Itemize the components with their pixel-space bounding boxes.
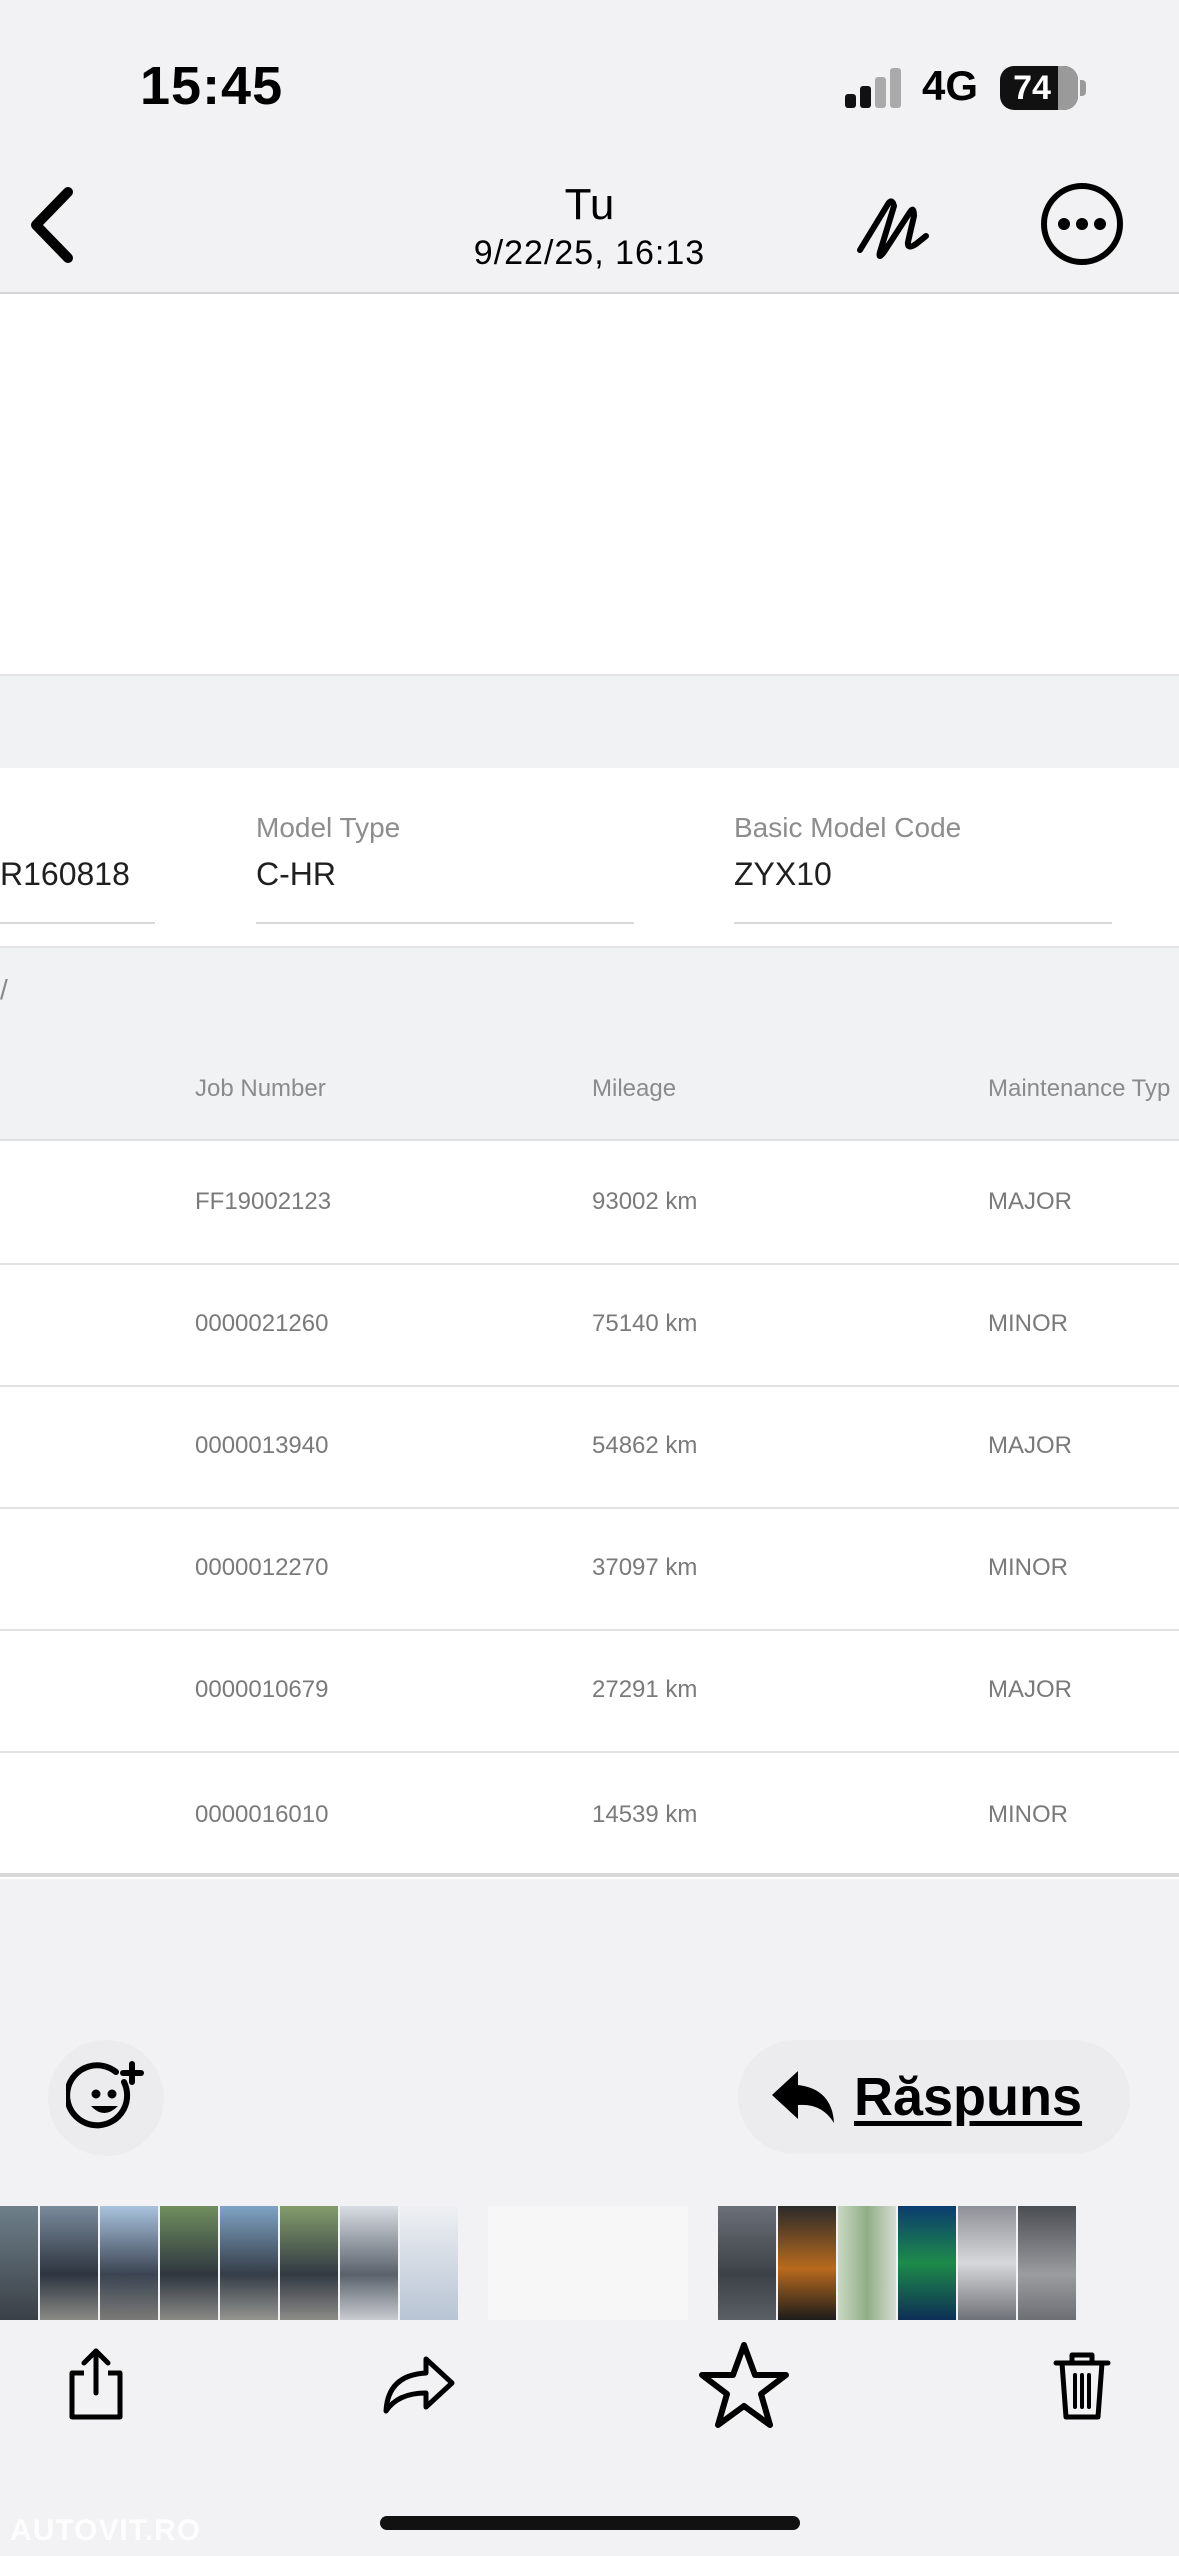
cellular-signal-icon	[845, 68, 905, 108]
photo-thumbnail[interactable]	[718, 2206, 776, 2320]
watermark: AUTOVIT.RO	[10, 2514, 202, 2547]
thumbnail-strip[interactable]	[0, 2206, 1179, 2320]
add-reaction-icon	[66, 2061, 144, 2129]
mileage-cell: 75140 km	[592, 1310, 698, 1337]
job-number-cell: 0000016010	[195, 1801, 329, 1828]
column-header-mileage: Mileage	[592, 1075, 677, 1102]
table-row: FF19002123 93002 km MAJOR	[0, 1141, 1179, 1265]
model-type-value: C-HR	[256, 856, 336, 892]
battery-level: 74	[1013, 68, 1051, 107]
photo-thumbnail[interactable]	[400, 2206, 458, 2320]
photo-thumbnail[interactable]	[838, 2206, 896, 2320]
maintenance-type-cell: MINOR	[988, 1310, 1068, 1337]
mileage-cell: 27291 km	[592, 1676, 698, 1703]
job-number-cell: FF19002123	[195, 1188, 332, 1215]
job-number-cell: 0000012270	[195, 1554, 329, 1581]
column-header-job-number: Job Number	[195, 1075, 326, 1102]
photo-thumbnail[interactable]	[0, 2206, 38, 2320]
markup-button[interactable]	[852, 190, 932, 265]
sender-name: Tu	[564, 180, 615, 229]
table-bottom-border	[0, 1873, 1179, 1877]
photo-thumbnail[interactable]	[898, 2206, 956, 2320]
basic-model-code-value: ZYX10	[734, 856, 832, 892]
battery-icon: 74	[1000, 66, 1078, 110]
document-thumbnail[interactable]	[488, 2206, 688, 2320]
photo-thumbnail[interactable]	[778, 2206, 836, 2320]
share-icon	[69, 2348, 123, 2420]
maintenance-type-cell: MINOR	[988, 1554, 1068, 1581]
status-time: 15:45	[140, 56, 284, 116]
add-reaction-button[interactable]	[48, 2040, 164, 2156]
maintenance-type-cell: MAJOR	[988, 1676, 1072, 1703]
share-button[interactable]	[46, 2330, 146, 2440]
table-row: 0000013940 54862 km MAJOR	[0, 1385, 1179, 1509]
section-band	[0, 946, 1179, 1043]
maintenance-type-cell: MAJOR	[988, 1188, 1072, 1215]
ellipsis-circle-icon	[1041, 183, 1123, 265]
job-number-cell: 0000010679	[195, 1676, 329, 1703]
field-underline	[256, 922, 634, 924]
mileage-cell: 37097 km	[592, 1554, 698, 1581]
maintenance-type-cell: MINOR	[988, 1801, 1068, 1828]
photo-thumbnail[interactable]	[340, 2206, 398, 2320]
section-band	[0, 674, 1179, 768]
model-type-label: Model Type	[256, 812, 401, 843]
forward-button[interactable]	[368, 2330, 468, 2440]
field-underline	[734, 922, 1112, 924]
trash-icon	[1053, 2352, 1111, 2420]
markup-pen-icon	[857, 198, 929, 259]
photo-thumbnail[interactable]	[100, 2206, 158, 2320]
field-underline	[0, 922, 155, 924]
photo-thumbnail[interactable]	[160, 2206, 218, 2320]
reply-label: Răspuns	[854, 2067, 1083, 2127]
vin-value: R160818	[0, 856, 130, 892]
network-type: 4G	[922, 62, 979, 109]
photo-thumbnail[interactable]	[220, 2206, 278, 2320]
mileage-cell: 14539 km	[592, 1801, 698, 1828]
reply-button[interactable]: Răspuns	[738, 2040, 1130, 2154]
delete-button[interactable]	[1032, 2330, 1132, 2440]
reply-arrow-icon	[772, 2071, 834, 2123]
forward-icon	[383, 2356, 455, 2414]
message-date: 9/22/25, 16:13	[473, 234, 706, 272]
message-body: R160818 Model Type C-HR Basic Model Code…	[0, 294, 1179, 1879]
basic-model-code-label: Basic Model Code	[734, 812, 962, 843]
photo-thumbnail[interactable]	[280, 2206, 338, 2320]
mileage-cell: 93002 km	[592, 1188, 698, 1215]
column-header-maintenance-type: Maintenance Typ	[988, 1075, 1171, 1102]
mileage-cell: 54862 km	[592, 1432, 698, 1459]
table-header-row: Job Number Mileage Maintenance Typ	[0, 1039, 1179, 1141]
table-row: 0000010679 27291 km MAJOR	[0, 1629, 1179, 1753]
more-button[interactable]	[1038, 180, 1126, 268]
battery-nub	[1080, 80, 1086, 96]
table-row: 0000016010 14539 km MINOR	[0, 1751, 1179, 1873]
favorite-button[interactable]	[694, 2330, 794, 2440]
maintenance-type-cell: MAJOR	[988, 1432, 1072, 1459]
photo-thumbnail[interactable]	[1018, 2206, 1076, 2320]
photo-thumbnail[interactable]	[958, 2206, 1016, 2320]
home-indicator[interactable]	[380, 2516, 800, 2530]
photo-thumbnail[interactable]	[40, 2206, 98, 2320]
section-title-fragment: /	[0, 974, 8, 1005]
job-number-cell: 0000021260	[195, 1310, 329, 1337]
job-number-cell: 0000013940	[195, 1432, 329, 1459]
table-row: 0000012270 37097 km MINOR	[0, 1507, 1179, 1631]
star-icon	[699, 2342, 789, 2428]
table-row: 0000021260 75140 km MINOR	[0, 1263, 1179, 1387]
